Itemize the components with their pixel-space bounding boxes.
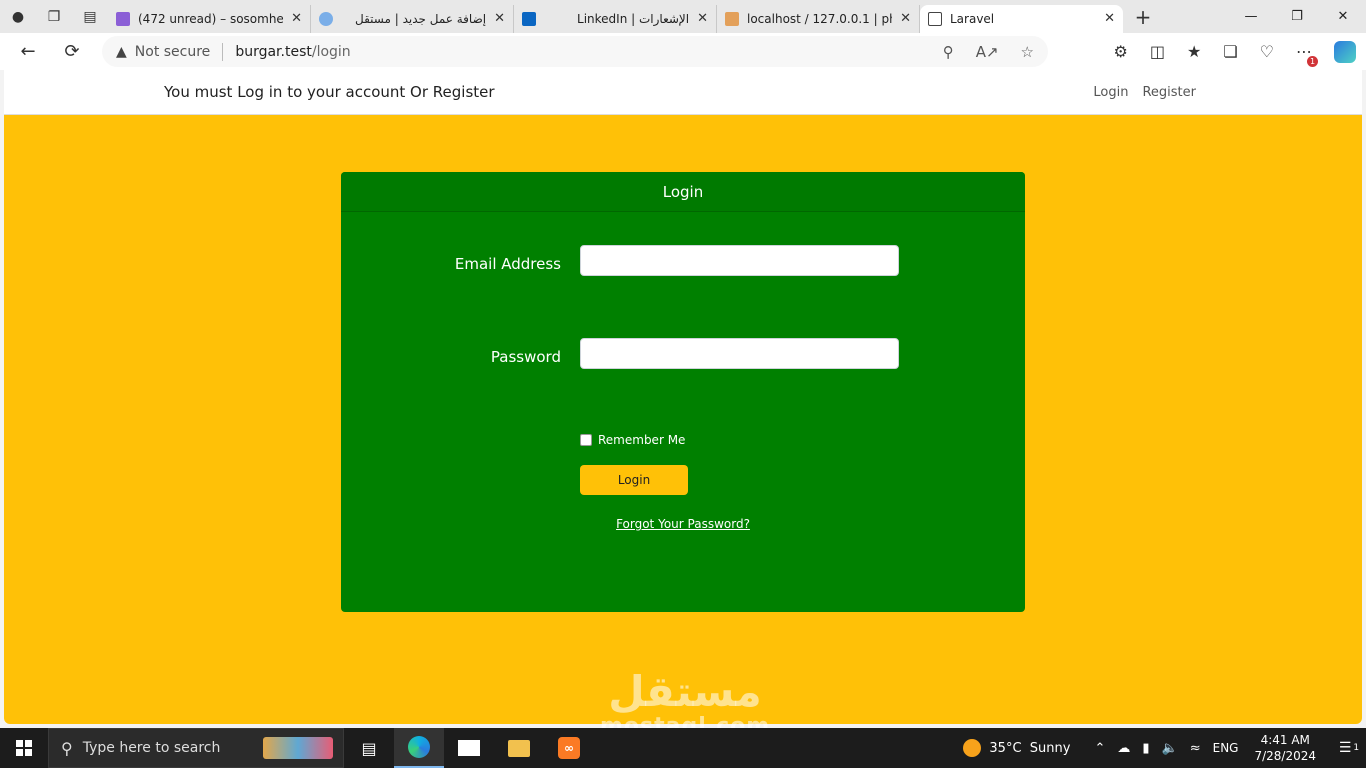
- login-button[interactable]: Login: [580, 465, 688, 495]
- weather-widget[interactable]: 35°C Sunny: [963, 739, 1070, 757]
- network-icon[interactable]: ≈: [1190, 741, 1201, 756]
- tab-actions-icon[interactable]: ▤: [72, 0, 108, 33]
- close-icon[interactable]: ✕: [697, 11, 708, 26]
- address-bar[interactable]: ▲ Not secure burgar.test/login ⚲ A↗ ☆: [102, 36, 1048, 67]
- favorite-star-icon[interactable]: ☆: [1021, 43, 1034, 61]
- tab-title: LinkedIn | الإشعارات: [577, 11, 690, 26]
- back-icon[interactable]: ←: [6, 33, 50, 70]
- browser-toolbar: ← ⟳ ▲ Not secure burgar.test/login ⚲ A↗ …: [0, 33, 1366, 70]
- search-icon: ⚲: [61, 738, 73, 758]
- xampp-icon: ∞: [558, 737, 580, 759]
- chevron-up-icon[interactable]: ⌃: [1094, 741, 1105, 756]
- remember-me-row: Remember Me: [580, 433, 685, 447]
- url-path: /login: [311, 43, 351, 60]
- new-tab-button[interactable]: +: [1123, 0, 1163, 33]
- remember-me-checkbox[interactable]: [580, 434, 592, 446]
- tab-linkedin[interactable]: LinkedIn | الإشعارات ✕: [514, 4, 717, 33]
- taskbar-xampp[interactable]: ∞: [544, 728, 594, 768]
- edge-icon: [408, 736, 430, 758]
- system-tray: 35°C Sunny ⌃ ☁ ▮ 🔈 ≈ ENG 4:41 AM 7/28/20…: [963, 728, 1366, 768]
- tab-phpmyadmin[interactable]: localhost / 127.0.0.1 | php ✕: [717, 4, 920, 33]
- clock-date: 7/28/2024: [1254, 749, 1316, 763]
- email-field[interactable]: [580, 245, 899, 276]
- close-icon[interactable]: ✕: [1104, 11, 1115, 26]
- email-label: Email Address: [454, 255, 561, 273]
- navbar-brand[interactable]: You must Log in to your account Or Regis…: [164, 83, 495, 101]
- refresh-icon[interactable]: ⟳: [50, 33, 94, 70]
- favorites-icon[interactable]: ★: [1187, 42, 1201, 61]
- tab-title: Laravel: [950, 11, 995, 26]
- mostaql-icon: [319, 11, 333, 26]
- tab-strip: ● ❐ ▤ (472 unread) – sosomheda ✕ إضافة ع…: [0, 0, 1366, 33]
- workspaces-icon[interactable]: ❐: [36, 0, 72, 33]
- forgot-password-link[interactable]: Forgot Your Password?: [341, 517, 1025, 531]
- divider: [222, 42, 224, 61]
- minimize-icon[interactable]: —: [1228, 0, 1274, 33]
- window-controls: — ❐ ✕: [1228, 0, 1366, 33]
- search-placeholder: Type here to search: [82, 740, 221, 756]
- mail-app-icon: [458, 740, 480, 756]
- copilot-icon[interactable]: [1334, 40, 1356, 63]
- phpmyadmin-icon: [725, 11, 739, 26]
- close-window-icon[interactable]: ✕: [1320, 0, 1366, 33]
- security-label[interactable]: Not secure: [135, 44, 211, 60]
- extensions-icon[interactable]: ⚙: [1114, 42, 1128, 61]
- taskbar: ⚲ Type here to search ▤ ∞ 35°C Sunny ⌃ ☁…: [0, 728, 1366, 768]
- cloud-icon[interactable]: ☁: [1117, 741, 1130, 756]
- navbar-links: Login Register: [1093, 85, 1196, 100]
- language-indicator[interactable]: ENG: [1213, 741, 1239, 755]
- close-icon[interactable]: ✕: [494, 11, 505, 26]
- url-host: burgar.test: [235, 43, 312, 60]
- site-navbar: You must Log in to your account Or Regis…: [4, 70, 1362, 115]
- tab-outlook[interactable]: (472 unread) – sosomheda ✕: [108, 4, 311, 33]
- notification-center-icon[interactable]: ☰ 1: [1332, 740, 1366, 756]
- notification-badge: 1: [1307, 56, 1318, 67]
- tab-title: (472 unread) – sosomheda: [138, 11, 284, 26]
- more-options-icon[interactable]: ⋯ 1: [1296, 42, 1318, 67]
- collections-icon[interactable]: ❏: [1223, 42, 1237, 61]
- address-bar-actions: ⚲ A↗ ☆: [943, 36, 1034, 67]
- close-icon[interactable]: ✕: [900, 11, 911, 26]
- volume-icon[interactable]: 🔈: [1162, 741, 1178, 756]
- page-viewport: You must Log in to your account Or Regis…: [4, 70, 1362, 724]
- taskbar-file-explorer[interactable]: [494, 728, 544, 768]
- linkedin-icon: [522, 11, 536, 26]
- card-header: Login: [341, 172, 1025, 212]
- password-field[interactable]: [580, 338, 899, 369]
- search-highlight-icon: [263, 737, 333, 759]
- clock[interactable]: 4:41 AM 7/28/2024: [1254, 732, 1316, 764]
- toolbar-actions: ⚙ ◫ ★ ❏ ♡ ⋯ 1: [1114, 33, 1356, 70]
- start-button[interactable]: [0, 728, 48, 768]
- tab-title: إضافة عمل جديد | مستقل: [354, 11, 487, 26]
- weather-text: 35°C Sunny: [989, 740, 1071, 756]
- profile-icon[interactable]: ●: [0, 0, 36, 33]
- split-screen-icon[interactable]: ◫: [1150, 42, 1165, 61]
- password-label: Password: [490, 348, 561, 366]
- read-aloud-icon[interactable]: A↗: [976, 43, 999, 61]
- sun-icon: [963, 739, 982, 757]
- notification-count: 1: [1353, 743, 1360, 753]
- clock-time: 4:41 AM: [1260, 733, 1310, 747]
- taskbar-mail[interactable]: [444, 728, 494, 768]
- battery-icon[interactable]: ▮: [1142, 741, 1149, 756]
- tab-title: localhost / 127.0.0.1 | php: [747, 11, 893, 26]
- task-view-icon[interactable]: ▤: [344, 728, 394, 768]
- windows-logo-icon: [16, 740, 32, 756]
- nav-register-link[interactable]: Register: [1142, 85, 1196, 100]
- page-icon: [928, 11, 942, 26]
- maximize-icon[interactable]: ❐: [1274, 0, 1320, 33]
- tab-mostaql[interactable]: إضافة عمل جديد | مستقل ✕: [311, 4, 514, 33]
- tab-laravel[interactable]: Laravel ✕: [920, 4, 1123, 33]
- mail-icon: [116, 11, 130, 26]
- zoom-icon[interactable]: ⚲: [943, 43, 954, 61]
- folder-icon: [508, 739, 530, 757]
- browser-essentials-icon[interactable]: ♡: [1260, 42, 1274, 61]
- taskbar-search[interactable]: ⚲ Type here to search: [48, 728, 344, 768]
- nav-login-link[interactable]: Login: [1093, 85, 1128, 100]
- remember-me-label[interactable]: Remember Me: [598, 433, 685, 447]
- close-icon[interactable]: ✕: [291, 11, 302, 26]
- taskbar-edge[interactable]: [394, 728, 444, 768]
- warning-icon[interactable]: ▲: [116, 44, 127, 60]
- login-card: Login Email Address Password Remember Me…: [341, 172, 1025, 612]
